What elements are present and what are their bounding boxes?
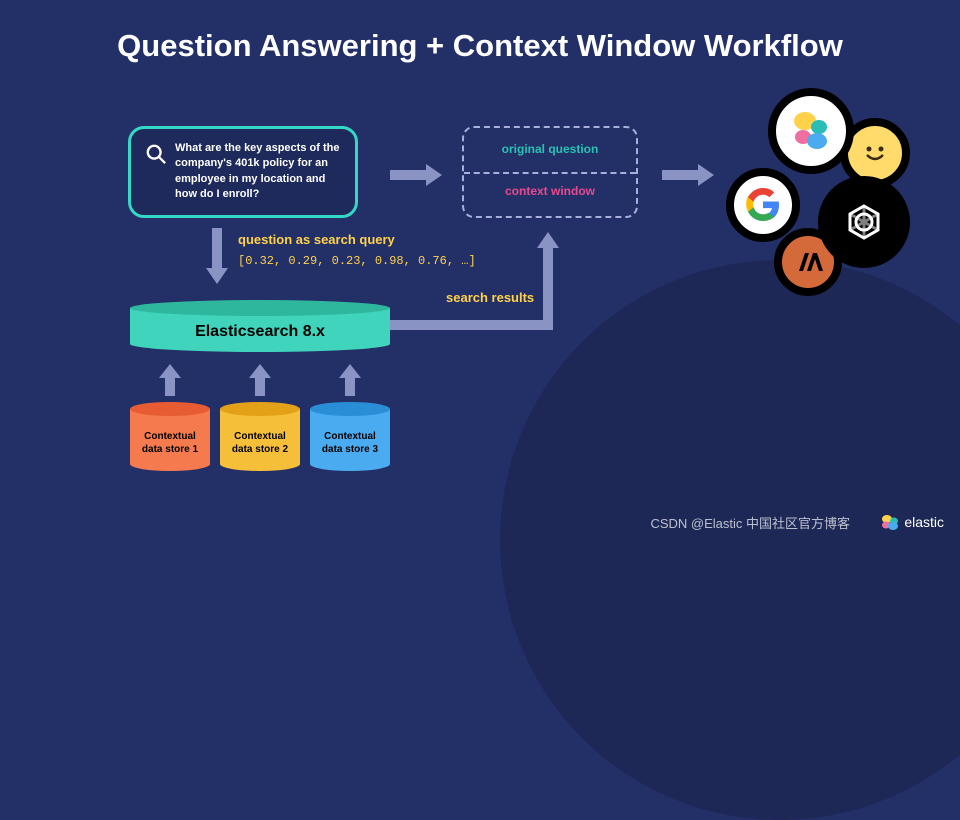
- ds-label: data store 1: [142, 444, 198, 455]
- context-window-box: original question context window: [462, 126, 638, 218]
- arrow-up-icon: [247, 364, 273, 396]
- google-logo: [726, 168, 800, 242]
- arrow-right-icon: [662, 162, 716, 188]
- page-title: Question Answering + Context Window Work…: [0, 0, 960, 64]
- arrow-up-icon: [157, 364, 183, 396]
- context-window-label: context window: [464, 184, 636, 198]
- elastic-logo: [768, 88, 854, 174]
- ds-label: data store 2: [232, 444, 288, 455]
- logo-cluster: [720, 88, 920, 288]
- datastore-3: Contextual data store 3: [310, 402, 390, 476]
- search-icon: [145, 143, 167, 165]
- ds-label: data store 3: [322, 444, 378, 455]
- question-box: What are the key aspects of the company'…: [128, 126, 358, 218]
- ds-label: Contextual: [144, 431, 196, 442]
- elastic-brand-text: elastic: [904, 514, 944, 530]
- footer-attribution: CSDN @Elastic 中国社区官方博客: [650, 513, 850, 532]
- es-label: Elasticsearch 8.x: [195, 323, 325, 341]
- datastore-2: Contextual data store 2: [220, 402, 300, 476]
- elasticsearch-cylinder: Elasticsearch 8.x: [130, 300, 390, 358]
- query-label: question as search query: [238, 232, 395, 247]
- background-circle: [500, 260, 960, 820]
- elastic-brand: elastic: [880, 514, 944, 530]
- question-text: What are the key aspects of the company'…: [175, 141, 341, 203]
- original-question-label: original question: [464, 128, 636, 156]
- arrow-up-icon: [337, 364, 363, 396]
- ds-label: Contextual: [324, 431, 376, 442]
- search-results-label: search results: [446, 290, 534, 305]
- ds-label: Contextual: [234, 431, 286, 442]
- datastore-1: Contextual data store 1: [130, 402, 210, 476]
- elbow-arrow-icon: [390, 232, 560, 330]
- openai-logo: [818, 176, 910, 268]
- elastic-mark-icon: [880, 514, 900, 530]
- arrow-down-icon: [204, 228, 230, 286]
- arrow-right-icon: [390, 162, 444, 188]
